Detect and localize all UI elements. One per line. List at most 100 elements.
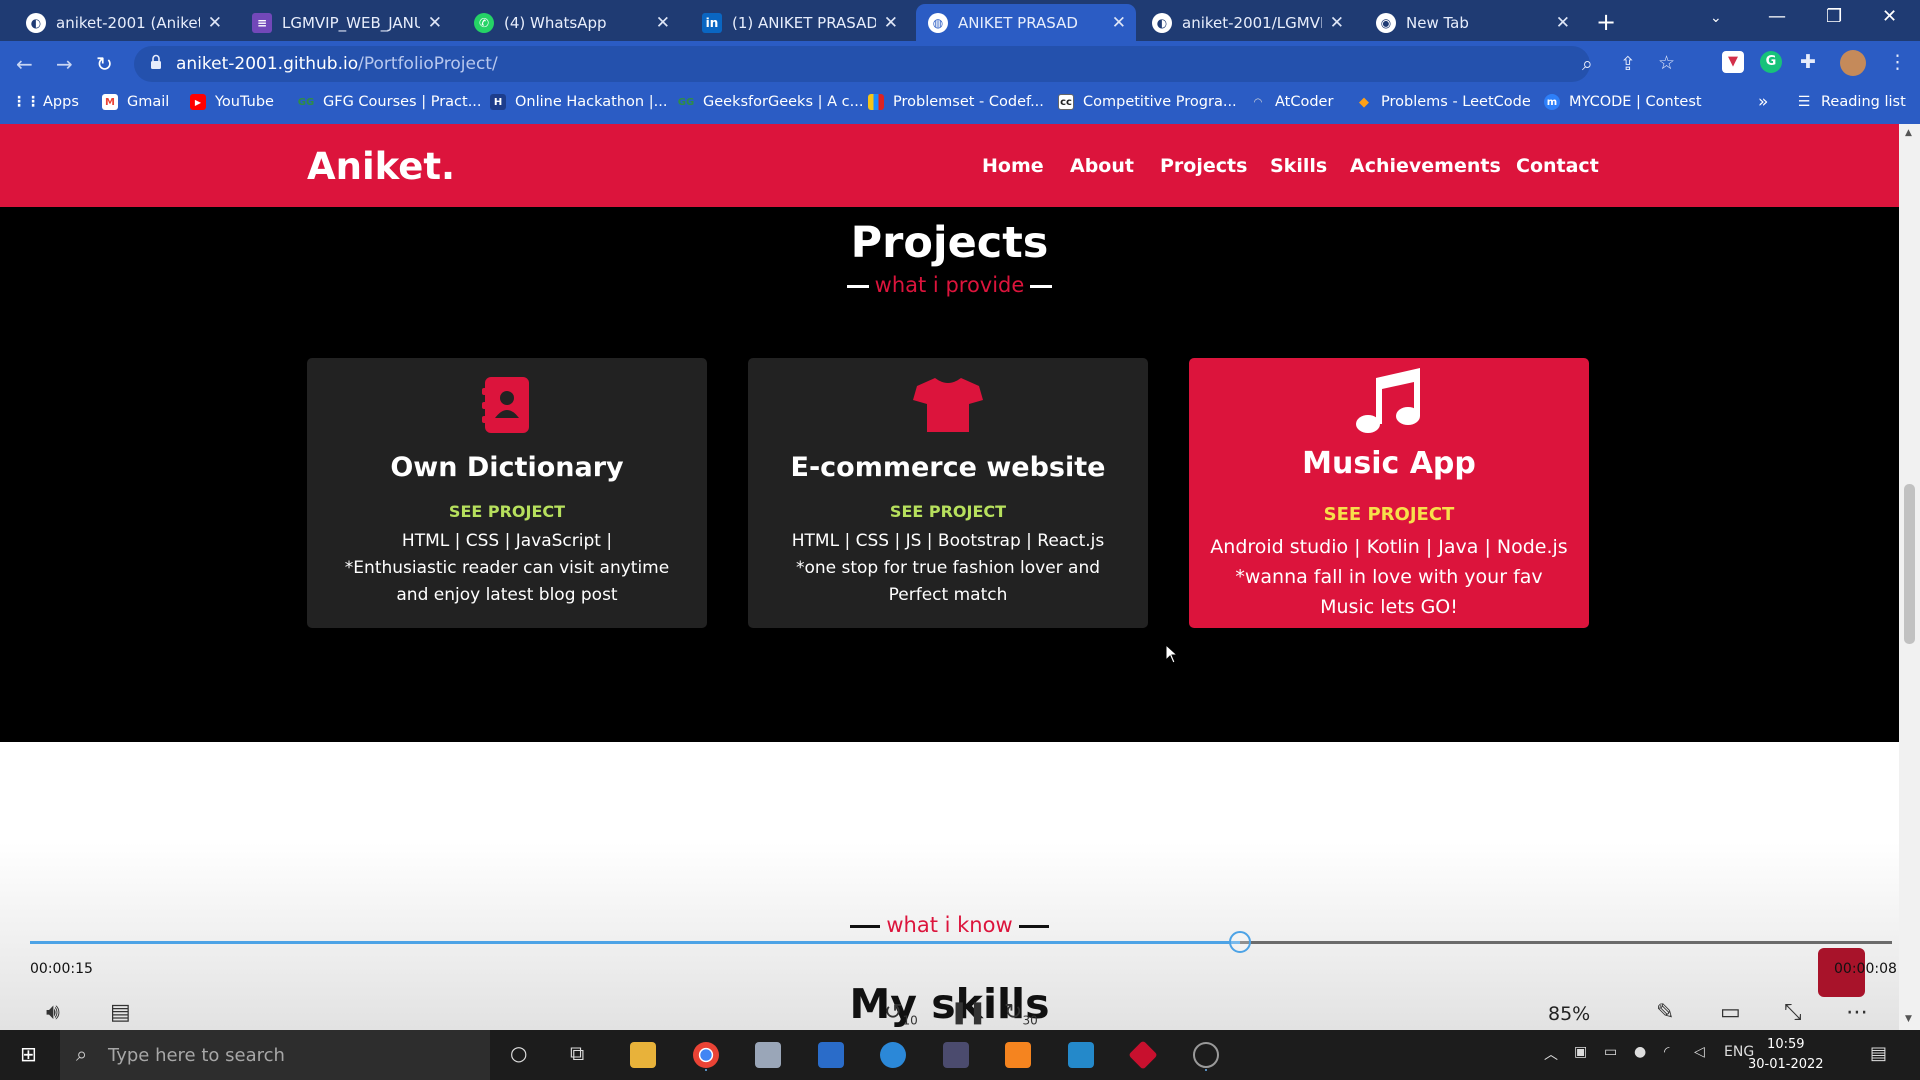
tab-new-tab[interactable]: ◉ New Tab ✕ [1364, 4, 1580, 41]
scrollbar-thumb[interactable] [1904, 484, 1915, 644]
tab-github-repo[interactable]: ◐ aniket-2001/LGMVIP ✕ [1140, 4, 1354, 41]
file-explorer-icon[interactable] [630, 1042, 656, 1068]
close-icon[interactable]: ✕ [656, 13, 670, 33]
tab-github-profile[interactable]: ◐ aniket-2001 (Aniket P ✕ [14, 4, 232, 41]
photos-icon[interactable] [818, 1042, 844, 1068]
close-window-button[interactable]: ✕ [1882, 6, 1897, 27]
bookmark-label: MYCODE | Contest [1569, 94, 1702, 110]
browser-menu-icon[interactable]: ⋮ [1888, 51, 1907, 73]
nav-link-skills[interactable]: Skills [1270, 155, 1327, 177]
project-card-music-app[interactable]: Music App SEE PROJECT Android studio | K… [1189, 358, 1589, 628]
nav-link-about[interactable]: About [1070, 155, 1134, 177]
new-tab-button[interactable]: + [1596, 8, 1616, 36]
mini-player-icon[interactable]: ▭ [1720, 1000, 1741, 1025]
windows-start-icon[interactable]: ⊞ [20, 1042, 37, 1066]
close-icon[interactable]: ✕ [884, 13, 898, 33]
dev-app-icon[interactable] [943, 1042, 969, 1068]
page-scrollbar[interactable]: ▲ ▼ [1899, 124, 1920, 1030]
bookmark-online-hackathon[interactable]: H Online Hackathon |... [490, 94, 667, 110]
close-icon[interactable]: ✕ [428, 13, 442, 33]
projects-heading: Projects [850, 218, 1049, 268]
zoom-level[interactable]: 85% [1548, 1003, 1590, 1025]
tab-search-chevron-icon[interactable]: ⌄ [1710, 10, 1722, 26]
bookmark-geeksforgeeks[interactable]: GG GeeksforGeeks | A c... [678, 94, 864, 110]
battery-icon[interactable]: ▭ [1604, 1044, 1617, 1060]
address-bar[interactable]: aniket-2001.github.io/PortfolioProject/ … [134, 46, 1675, 82]
url-text: aniket-2001.github.io/PortfolioProject/ [176, 54, 498, 74]
codechef-icon: cc [1058, 94, 1074, 110]
bookmark-competitive-programming[interactable]: cc Competitive Progra... [1058, 94, 1237, 110]
reading-list-button[interactable]: ☰ Reading list [1796, 94, 1906, 110]
git-icon[interactable] [1128, 1040, 1158, 1070]
zoom-icon[interactable]: ⌕ [1582, 53, 1593, 75]
meet-now-icon[interactable]: ▣ [1574, 1044, 1587, 1060]
captions-icon[interactable]: ▤ [110, 1000, 131, 1025]
taskbar-search-box[interactable]: ⌕ Type here to search [60, 1030, 490, 1080]
microphone-icon[interactable]: ● [1634, 1044, 1646, 1060]
nav-link-projects[interactable]: Projects [1160, 155, 1247, 177]
bookmark-leetcode[interactable]: ◆ Problems - LeetCode [1356, 94, 1531, 110]
nav-link-home[interactable]: Home [982, 155, 1044, 177]
task-view-icon[interactable]: ⧉ [570, 1041, 584, 1065]
nav-link-achievements[interactable]: Achievements [1350, 155, 1501, 177]
screen-recorder-icon[interactable] [1193, 1042, 1219, 1068]
project-tech: HTML | CSS | JS | Bootstrap | React.js [791, 531, 1105, 551]
tab-linkedin[interactable]: in (1) ANIKET PRASAD | ✕ [690, 4, 908, 41]
pause-button[interactable]: ❚❚ [950, 1000, 987, 1025]
more-options-icon[interactable]: ⋯ [1846, 1000, 1868, 1025]
bookmark-star-icon[interactable]: ☆ [1658, 52, 1675, 74]
project-card-own-dictionary[interactable]: Own Dictionary SEE PROJECT HTML | CSS | … [307, 358, 707, 628]
site-logo[interactable]: Aniket. [307, 145, 455, 188]
bookmarks-overflow-button[interactable]: » [1758, 92, 1768, 112]
wifi-icon[interactable]: ◜ [1664, 1044, 1669, 1060]
bookmark-youtube[interactable]: ▶ YouTube [190, 94, 274, 110]
tray-overflow-chevron-icon[interactable]: ︿ [1544, 1044, 1558, 1064]
scroll-up-arrow-icon[interactable]: ▲ [1905, 128, 1912, 138]
close-icon[interactable]: ✕ [208, 13, 222, 33]
project-card-ecommerce[interactable]: E-commerce website SEE PROJECT HTML | CS… [748, 358, 1148, 628]
profile-avatar[interactable] [1840, 50, 1866, 76]
exit-fullscreen-icon[interactable]: ⤡ [1784, 1000, 1802, 1025]
bookmark-atcoder[interactable]: ◠ AtCoder [1250, 94, 1333, 110]
minimize-button[interactable]: — [1768, 6, 1786, 27]
video-seek-bar[interactable] [30, 931, 1892, 953]
see-project-link[interactable]: SEE PROJECT [307, 502, 707, 521]
speaker-icon[interactable]: ◁ [1694, 1044, 1705, 1060]
reload-button[interactable]: ↻ [96, 52, 113, 76]
see-project-link[interactable]: SEE PROJECT [748, 502, 1148, 521]
tab-whatsapp[interactable]: ✆ (4) WhatsApp ✕ [462, 4, 680, 41]
skip-back-button[interactable]: ↺10 [884, 1000, 918, 1027]
notifications-icon[interactable]: ▤ [1870, 1043, 1887, 1064]
vscode-icon[interactable] [1068, 1042, 1094, 1068]
skip-forward-button[interactable]: ↻30 [1004, 1000, 1038, 1027]
pocket-extension-icon[interactable]: ▼ [1722, 51, 1744, 73]
see-project-link[interactable]: SEE PROJECT [1189, 504, 1589, 525]
bookmark-mycode[interactable]: m MYCODE | Contest [1544, 94, 1702, 110]
bookmark-gmail[interactable]: M Gmail [102, 94, 169, 110]
grammarly-extension-icon[interactable]: G [1760, 51, 1782, 73]
bookmark-codeforces[interactable]: Problemset - Codef... [868, 94, 1044, 110]
forward-button[interactable]: → [56, 52, 73, 76]
nav-link-contact[interactable]: Contact [1516, 155, 1599, 177]
cortana-icon[interactable]: ○ [510, 1041, 527, 1065]
close-icon[interactable]: ✕ [1556, 13, 1570, 33]
volume-icon[interactable]: 🔊︎ [46, 1000, 60, 1025]
maximize-button[interactable]: ❐ [1826, 6, 1842, 27]
scroll-down-arrow-icon[interactable]: ▼ [1905, 1014, 1912, 1024]
edge-icon[interactable] [880, 1042, 906, 1068]
bookmark-gfg-courses[interactable]: GG GFG Courses | Pract... [298, 94, 482, 110]
share-icon[interactable]: ⇪ [1620, 53, 1636, 75]
bookmark-apps[interactable]: ⋮⋮ Apps [12, 94, 79, 110]
close-icon[interactable]: ✕ [1330, 13, 1344, 33]
mail-icon[interactable] [755, 1042, 781, 1068]
chrome-taskbar-icon[interactable] [693, 1042, 719, 1068]
close-icon[interactable]: ✕ [1112, 13, 1126, 33]
edit-pencil-icon[interactable]: ✎ [1656, 1000, 1674, 1025]
tab-forms[interactable]: ≡ LGMVIP_WEB_JANUA ✕ [240, 4, 452, 41]
tab-aniket-prasad[interactable]: ◍ ANIKET PRASAD ✕ [916, 4, 1136, 41]
sublime-text-icon[interactable] [1005, 1042, 1031, 1068]
chrome-icon: ◉ [1376, 12, 1396, 33]
system-clock[interactable]: 10:59 30-01-2022 [1748, 1035, 1824, 1075]
extensions-puzzle-icon[interactable]: ✚ [1800, 51, 1816, 73]
back-button[interactable]: ← [16, 52, 33, 76]
